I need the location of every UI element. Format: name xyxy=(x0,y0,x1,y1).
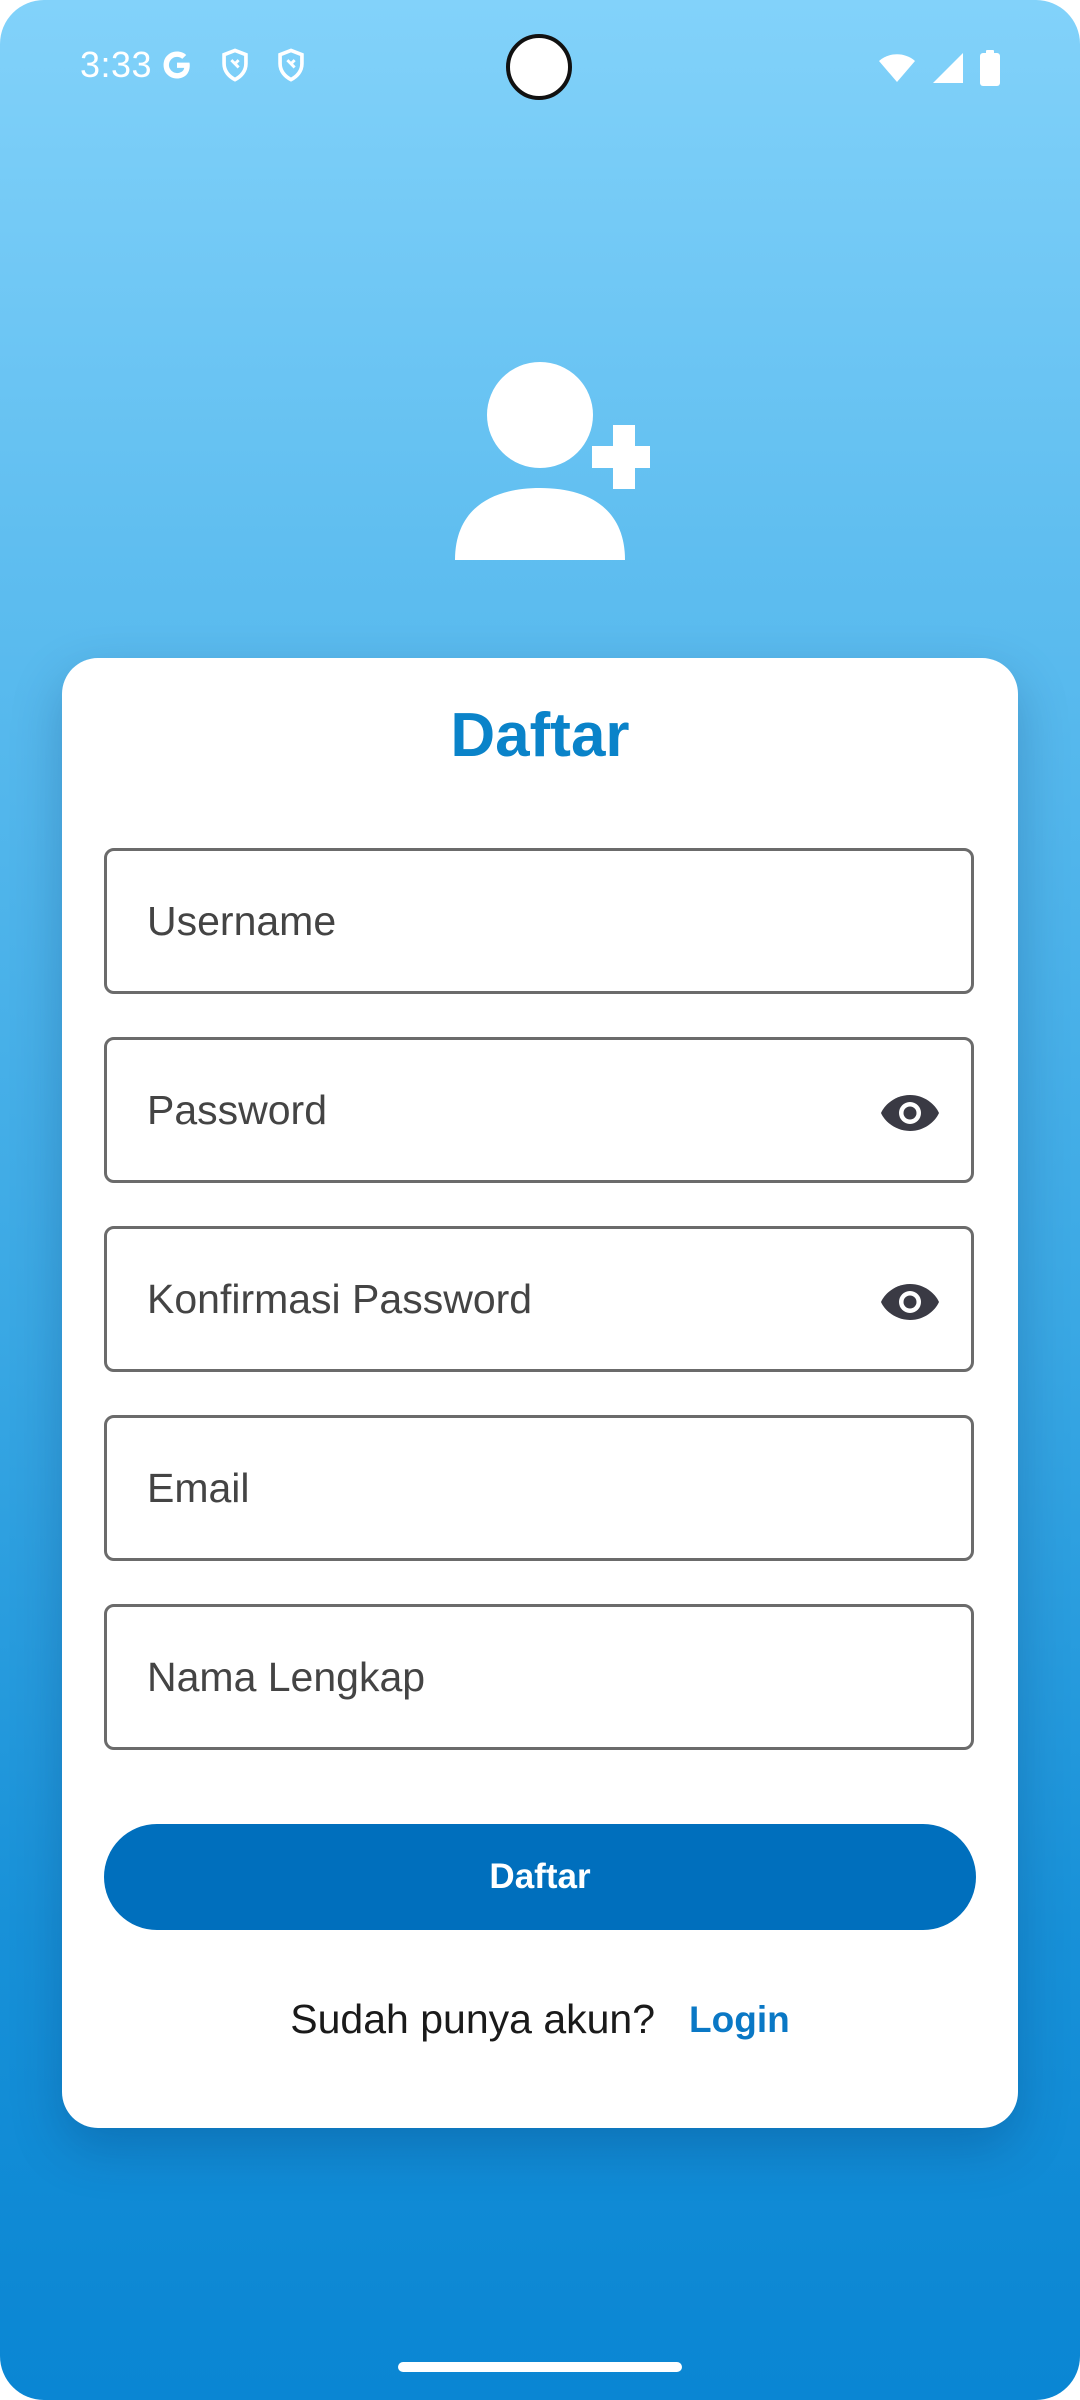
cellular-signal-icon xyxy=(932,52,964,89)
person-add-icon xyxy=(450,360,656,570)
google-g-icon xyxy=(160,48,194,82)
shield-icon xyxy=(220,48,250,82)
login-prompt-text: Sudah punya akun? xyxy=(290,1996,656,2042)
eye-icon xyxy=(881,1284,939,1320)
password-field[interactable] xyxy=(104,1037,974,1183)
page-title: Daftar xyxy=(450,701,630,770)
register-button[interactable]: Daftar xyxy=(104,1824,976,1930)
full-name-field[interactable] xyxy=(104,1604,974,1750)
wifi-icon xyxy=(878,53,916,88)
shield-icon xyxy=(276,48,306,82)
login-link[interactable]: Login xyxy=(689,1999,790,2041)
confirm-password-input[interactable] xyxy=(147,1229,907,1369)
front-camera-cutout xyxy=(506,34,572,100)
register-screen: 3:33 Daftar Username Email Nama Lengkap … xyxy=(0,0,1080,2400)
password-visibility-toggle[interactable] xyxy=(879,1083,941,1143)
login-prompt-row: Sudah punya akun? Login xyxy=(0,1996,1080,2043)
status-time: 3:33 xyxy=(80,44,153,85)
email-input[interactable] xyxy=(147,1418,907,1558)
full-name-input[interactable] xyxy=(147,1607,907,1747)
status-system-icons xyxy=(878,50,1000,91)
confirm-password-field[interactable] xyxy=(104,1226,974,1372)
battery-icon xyxy=(980,50,1000,91)
home-indicator[interactable] xyxy=(398,2362,682,2372)
confirm-password-visibility-toggle[interactable] xyxy=(879,1272,941,1332)
username-field[interactable] xyxy=(104,848,974,994)
password-input[interactable] xyxy=(147,1040,907,1180)
email-field[interactable] xyxy=(104,1415,974,1561)
status-notification-icons xyxy=(160,48,306,82)
status-bar: 3:33 xyxy=(0,0,1080,130)
username-input[interactable] xyxy=(147,851,907,991)
eye-icon xyxy=(881,1095,939,1131)
